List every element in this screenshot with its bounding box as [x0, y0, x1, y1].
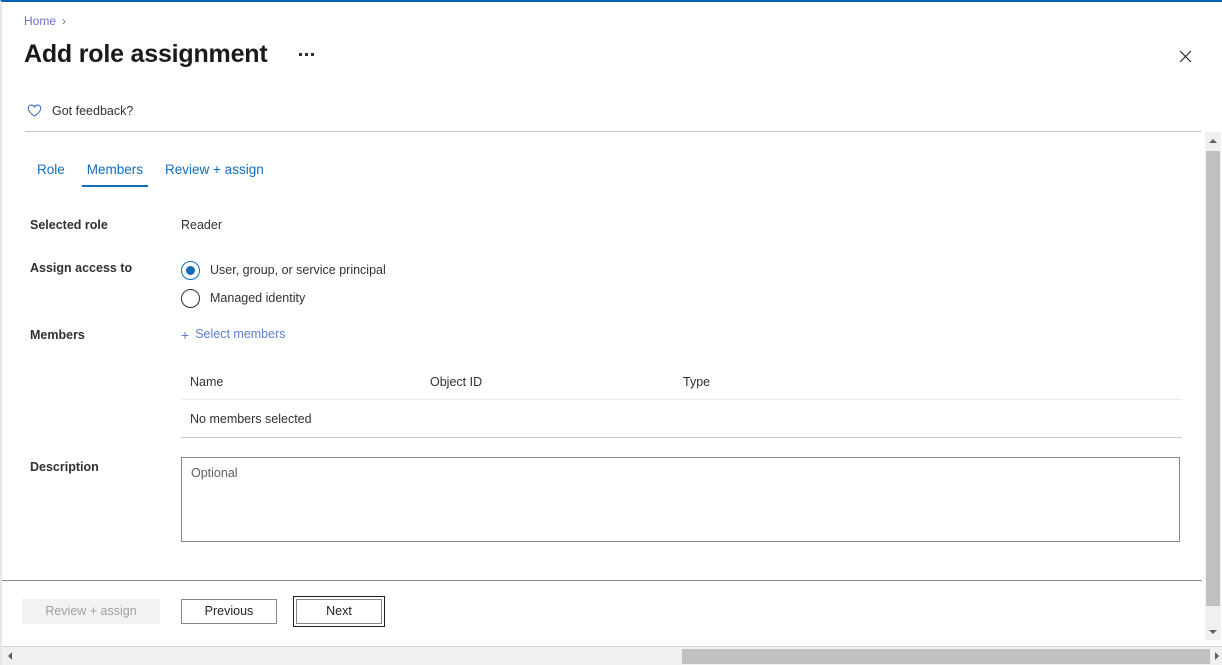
close-icon[interactable] [1172, 43, 1198, 69]
got-feedback-label: Got feedback? [52, 103, 134, 118]
tab-role[interactable]: Role [26, 158, 76, 187]
tab-role-label: Role [37, 162, 65, 177]
radio-unselected-icon [181, 288, 200, 308]
wizard-tabs: Role Members Review + assign [26, 158, 275, 187]
description-input[interactable] [181, 457, 1180, 542]
radio-managed-identity[interactable]: Managed identity [181, 284, 386, 312]
scroll-down-icon[interactable] [1205, 623, 1221, 640]
select-members-button[interactable]: + Select members [181, 326, 286, 343]
page-title: Add role assignment [24, 40, 268, 68]
radio-selected-icon [181, 260, 200, 280]
review-assign-button[interactable]: Review + assign [22, 599, 160, 624]
column-header-type: Type [683, 375, 711, 389]
vertical-scrollbar[interactable] [1204, 132, 1221, 640]
radio-user-group-service-principal-label: User, group, or service principal [210, 263, 386, 277]
members-table-header: Name Object ID Type [181, 374, 1182, 400]
horizontal-scrollbar-thumb[interactable] [682, 649, 1210, 664]
selected-role-label: Selected role [30, 218, 108, 232]
title-row: Add role assignment [24, 38, 319, 71]
previous-button[interactable]: Previous [181, 599, 277, 624]
breadcrumb-home-link[interactable]: Home [24, 13, 56, 29]
no-members-selected-text: No members selected [190, 412, 312, 426]
assign-access-to-label: Assign access to [30, 261, 133, 275]
dot-2 [304, 53, 308, 56]
breadcrumb: Home › [24, 13, 66, 29]
scroll-right-icon[interactable] [1209, 647, 1222, 665]
breadcrumb-separator-icon: › [62, 14, 67, 28]
heart-icon [26, 102, 43, 119]
selected-role-value: Reader [181, 218, 222, 232]
tab-members[interactable]: Members [76, 158, 154, 187]
more-actions-icon[interactable] [293, 44, 319, 66]
members-table-empty-row: No members selected [181, 400, 1182, 438]
horizontal-scrollbar[interactable] [2, 646, 1222, 665]
dot-3 [310, 53, 314, 56]
members-label: Members [30, 328, 85, 342]
plus-icon: + [181, 326, 190, 343]
next-button[interactable]: Next [293, 596, 385, 627]
radio-managed-identity-label: Managed identity [210, 291, 306, 305]
tab-members-label: Members [86, 162, 144, 177]
select-members-label: Select members [195, 327, 286, 341]
scroll-up-icon[interactable] [1205, 132, 1221, 149]
radio-user-group-service-principal[interactable]: User, group, or service principal [181, 256, 386, 284]
header-divider [25, 131, 1201, 132]
scroll-left-icon[interactable] [2, 647, 17, 665]
assign-access-to-radio-group: User, group, or service principal Manage… [181, 256, 386, 312]
got-feedback-button[interactable]: Got feedback? [26, 102, 133, 119]
vertical-scrollbar-thumb[interactable] [1206, 151, 1220, 606]
tab-review-assign[interactable]: Review + assign [154, 158, 275, 187]
members-table: Name Object ID Type No members selected [181, 374, 1182, 438]
description-label: Description [30, 460, 99, 474]
dot-1 [298, 53, 302, 56]
column-header-object-id: Object ID [430, 375, 483, 389]
add-role-assignment-blade: Home › Add role assignment Got feedback?… [0, 0, 1222, 665]
column-header-name: Name [190, 375, 224, 389]
tab-review-assign-label: Review + assign [165, 162, 264, 177]
